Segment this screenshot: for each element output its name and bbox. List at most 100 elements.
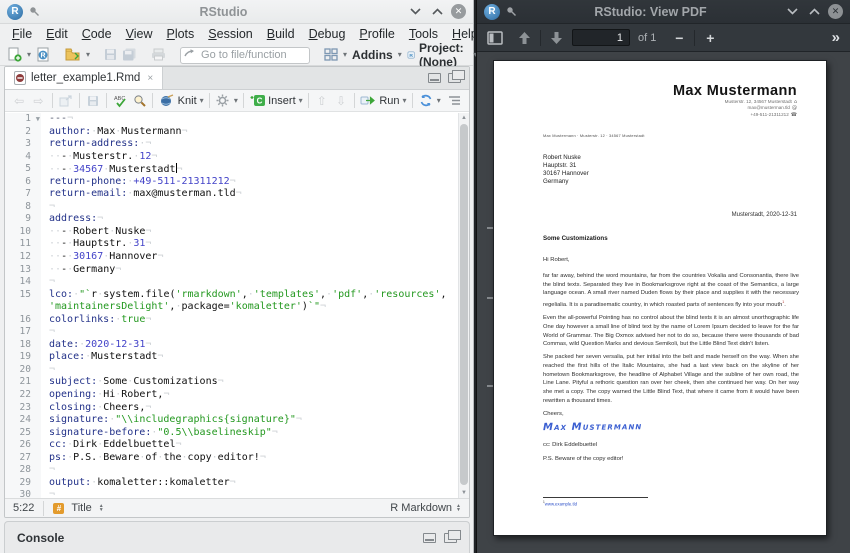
code-line[interactable]: 13··-·Germany¬ (5, 264, 458, 277)
run-button[interactable]: Run (379, 95, 399, 107)
menu-plots[interactable]: Plots (159, 25, 201, 43)
find-replace-icon[interactable] (131, 92, 147, 109)
outline-selector[interactable]: Title (71, 502, 91, 514)
code-line[interactable]: 3return-address:·¬ (5, 138, 458, 151)
code-line[interactable]: 23closing:·Cheers,¬ (5, 402, 458, 415)
code-line[interactable]: 30¬ (5, 489, 458, 498)
code-line[interactable]: 14¬ (5, 276, 458, 289)
save-source-icon[interactable] (85, 92, 101, 109)
next-page-icon[interactable] (549, 31, 564, 45)
zoom-out-button[interactable]: − (672, 30, 686, 46)
code-line[interactable]: 6return-phone:·+49-511-21311212¬ (5, 176, 458, 189)
new-project-button[interactable]: R (36, 46, 51, 63)
code-line[interactable]: 20¬ (5, 364, 458, 377)
footnote-link[interactable]: www.example.tld (545, 501, 577, 506)
outline-toggle-icon[interactable] (447, 92, 463, 109)
project-menu[interactable]: R Project: (None) ▾ (407, 41, 478, 69)
open-file-button[interactable] (65, 46, 81, 63)
more-tools-button[interactable]: » (832, 29, 840, 46)
addins-caret[interactable]: ▾ (398, 50, 402, 59)
forward-icon[interactable]: ⇨ (30, 92, 46, 109)
maximize-pane-icon[interactable] (448, 73, 461, 83)
minimize-button[interactable] (784, 4, 800, 20)
minimize-pane-icon[interactable] (428, 73, 441, 83)
code-line[interactable]: 'maintainersDelight',·package='komalette… (5, 301, 458, 314)
code-line[interactable]: 24signature:·"\\includegraphics{signatur… (5, 414, 458, 427)
run-caret[interactable]: ▾ (403, 96, 407, 105)
addins-button[interactable]: Addins (352, 48, 393, 62)
code-line[interactable]: 2author:·Max·Mustermann¬ (5, 126, 458, 139)
code-line[interactable]: 28¬ (5, 464, 458, 477)
maximize-button[interactable] (806, 4, 822, 20)
code-line[interactable]: 26cc:·Dirk·Eddelbuettel¬ (5, 439, 458, 452)
knit-button[interactable]: Knit (178, 95, 197, 107)
run-next-icon[interactable]: ⇩ (333, 92, 349, 109)
rerun-caret[interactable]: ▾ (437, 96, 441, 105)
close-button[interactable]: ✕ (828, 4, 843, 19)
minimize-button[interactable] (407, 4, 423, 20)
menu-profile[interactable]: Profile (352, 25, 401, 43)
fold-arrow-icon[interactable]: ▼ (36, 113, 40, 126)
menu-file[interactable]: File (5, 25, 39, 43)
code-line[interactable]: 27ps:·P.S.·Beware·of·the·copy·editor!¬ (5, 452, 458, 465)
code-line[interactable]: 25signature-before:·"0.5\\baselineskip"¬ (5, 427, 458, 440)
tab-close-icon[interactable]: × (147, 73, 153, 84)
code-line[interactable]: 1▼---¬ (5, 113, 458, 126)
save-all-button[interactable] (122, 46, 137, 63)
code-line[interactable]: 5··-·34567·Musterstadt¬ (5, 163, 458, 176)
show-in-new-window-icon[interactable] (57, 92, 73, 109)
outline-updown-icon[interactable]: ▲▼ (99, 504, 104, 512)
code-line[interactable]: 17¬ (5, 326, 458, 339)
pin-icon[interactable] (29, 6, 40, 17)
rerun-icon[interactable] (418, 92, 434, 109)
pdf-view-area[interactable]: Max Mustermann Musterstr. 12, 34567 Must… (477, 52, 850, 553)
menu-edit[interactable]: Edit (39, 25, 75, 43)
console-minimize-icon[interactable] (423, 533, 436, 543)
code-line[interactable]: 22opening:·Hi·Robert,¬ (5, 389, 458, 402)
menu-build[interactable]: Build (260, 25, 302, 43)
new-file-button[interactable] (7, 46, 22, 63)
code-line[interactable]: 15lco:·"`r·system.file('rmarkdown',·'tem… (5, 289, 458, 302)
menu-session[interactable]: Session (201, 25, 259, 43)
code-editor[interactable]: 1▼---¬2author:·Max·Mustermann¬3return-ad… (5, 113, 458, 498)
panes-caret[interactable]: ▾ (343, 50, 347, 59)
knit-caret[interactable]: ▾ (200, 96, 204, 105)
filetype-updown-icon[interactable]: ▲▼ (456, 504, 461, 512)
open-recent-caret[interactable]: ▾ (86, 50, 90, 59)
code-line[interactable]: 19place:·Musterstadt¬ (5, 351, 458, 364)
code-line[interactable]: 11··-·Hauptstr.·31¬ (5, 238, 458, 251)
code-line[interactable]: 12··-·30167·Hannover¬ (5, 251, 458, 264)
zoom-in-button[interactable]: + (703, 30, 717, 46)
code-line[interactable]: 7return-email:·max@musterman.tld¬ (5, 188, 458, 201)
menu-view[interactable]: View (119, 25, 160, 43)
back-icon[interactable]: ⇦ (11, 92, 27, 109)
gear-icon[interactable] (215, 92, 231, 109)
code-line[interactable]: 16colorlinks:·true¬ (5, 314, 458, 327)
pdf-titlebar[interactable]: R RStudio: View PDF ✕ (477, 0, 850, 24)
print-button[interactable] (151, 46, 166, 63)
code-line[interactable]: 21subject:·Some·Customizations¬ (5, 376, 458, 389)
console-maximize-icon[interactable] (444, 533, 457, 543)
save-button[interactable] (104, 46, 117, 63)
code-line[interactable]: 9address:¬ (5, 213, 458, 226)
scrollbar-thumb[interactable] (460, 124, 468, 485)
page-number-input[interactable] (572, 29, 630, 46)
console-pane[interactable]: Console (4, 521, 470, 553)
filetype-selector[interactable]: R Markdown (390, 502, 452, 514)
scroll-up-icon[interactable]: ▲ (459, 115, 469, 121)
menu-debug[interactable]: Debug (302, 25, 353, 43)
spellcheck-icon[interactable]: ABC (112, 92, 128, 109)
run-previous-icon[interactable]: ⇧ (314, 92, 330, 109)
code-line[interactable]: 8¬ (5, 201, 458, 214)
code-line[interactable]: 29output:·komaletter::komaletter¬ (5, 477, 458, 490)
code-line[interactable]: 18date:·2020-12-31¬ (5, 339, 458, 352)
sidebar-toggle-icon[interactable] (487, 31, 503, 45)
insert-caret[interactable]: ▾ (299, 96, 303, 105)
editor-scrollbar[interactable]: ▲ ▼ (458, 113, 469, 498)
code-line[interactable]: 10··-·Robert·Nuske¬ (5, 226, 458, 239)
close-button[interactable]: ✕ (451, 4, 466, 19)
previous-page-icon[interactable] (517, 31, 532, 45)
scroll-down-icon[interactable]: ▼ (459, 490, 469, 496)
gear-caret[interactable]: ▾ (234, 96, 238, 105)
cursor-position[interactable]: 5:22 (13, 502, 34, 514)
